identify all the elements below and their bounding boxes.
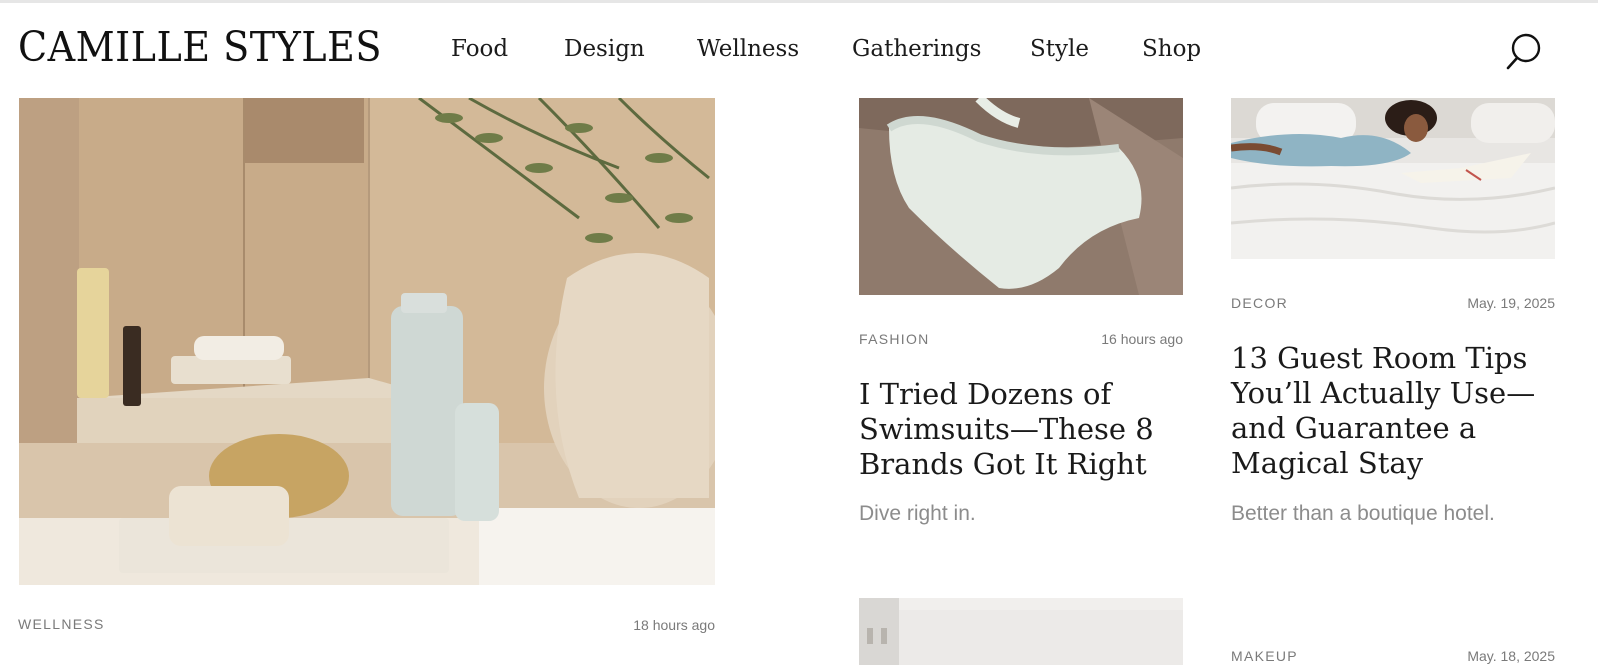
nav-item-style[interactable]: Style bbox=[1030, 36, 1089, 62]
article-date: May. 18, 2025 bbox=[1467, 648, 1555, 664]
article-title[interactable]: I Tried Dozens of Swimsuits—These 8 Bran… bbox=[859, 377, 1189, 482]
article-category[interactable]: FASHION bbox=[859, 331, 930, 347]
nav-item-design[interactable]: Design bbox=[564, 36, 645, 62]
article-title[interactable]: 13 Guest Room Tips You’ll Actually Use—a… bbox=[1231, 341, 1561, 481]
featured-article-image[interactable] bbox=[19, 98, 715, 585]
article-date: May. 19, 2025 bbox=[1467, 295, 1555, 311]
nav-item-shop[interactable]: Shop bbox=[1142, 36, 1201, 62]
article-image-swimsuits[interactable] bbox=[859, 98, 1183, 295]
article-image-partial[interactable] bbox=[859, 598, 1183, 665]
article-category[interactable]: DECOR bbox=[1231, 295, 1288, 311]
article-dek: Better than a boutique hotel. bbox=[1231, 502, 1495, 525]
article-category[interactable]: MAKEUP bbox=[1231, 648, 1298, 664]
article-image-guest-room[interactable] bbox=[1231, 98, 1555, 259]
nav-item-food[interactable]: Food bbox=[451, 36, 508, 62]
nav-item-gatherings[interactable]: Gatherings bbox=[852, 36, 981, 62]
nav-item-wellness[interactable]: Wellness bbox=[697, 36, 799, 62]
article-dek: Dive right in. bbox=[859, 502, 976, 525]
search-icon[interactable] bbox=[1506, 33, 1542, 71]
site-header: CAMILLE STYLES Food Design Wellness Gath… bbox=[0, 3, 1598, 98]
featured-date: 18 hours ago bbox=[633, 617, 715, 633]
featured-category[interactable]: WELLNESS bbox=[18, 616, 105, 632]
article-date: 16 hours ago bbox=[1101, 331, 1183, 347]
site-logo[interactable]: CAMILLE STYLES bbox=[18, 23, 382, 71]
